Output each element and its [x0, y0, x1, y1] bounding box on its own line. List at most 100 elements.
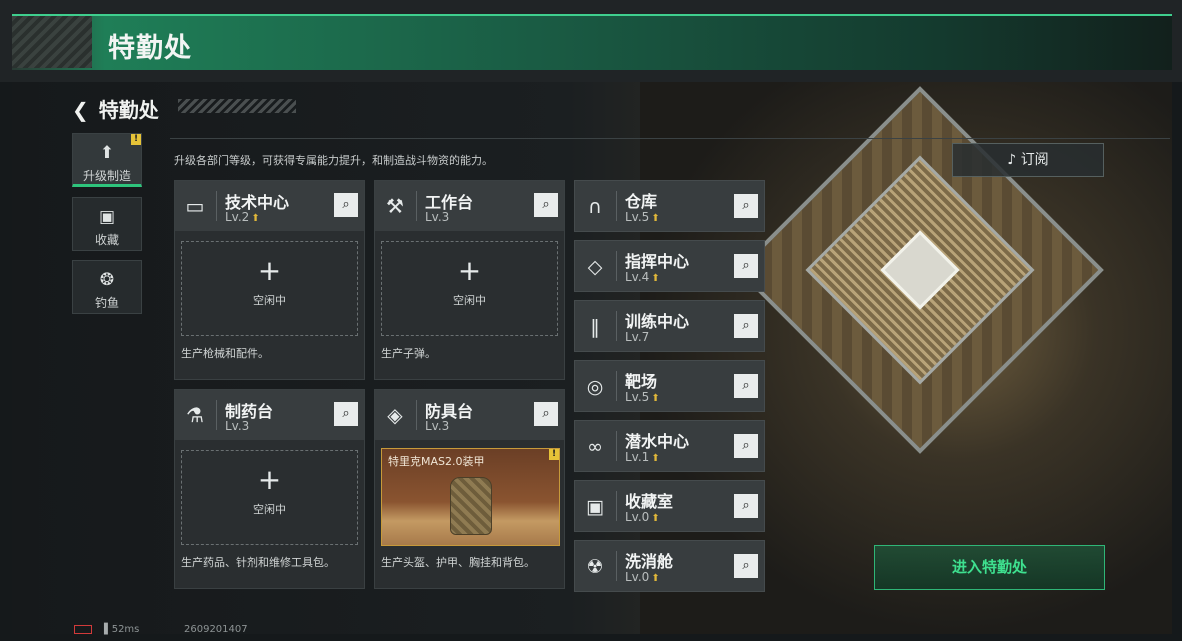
- slot-status: 空闲中: [453, 294, 486, 307]
- card-note: 生产子弹。: [381, 347, 436, 360]
- cube-core: [880, 230, 960, 310]
- facility-command-center[interactable]: ◇ 指挥中心 Lv.4 ⬆ ⌕: [574, 240, 765, 292]
- back-label: 特勤处: [98, 98, 159, 122]
- search-button[interactable]: ⌕: [734, 554, 758, 578]
- fish-icon: ❂: [99, 270, 115, 290]
- facility-decontamination[interactable]: ☢ 洗消舱 Lv.0 ⬆ ⌕: [574, 540, 765, 592]
- upgrade-icon: ⬆: [99, 143, 115, 163]
- search-button[interactable]: ⌕: [534, 402, 558, 426]
- slot-status: 空闲中: [253, 294, 286, 307]
- user-id: 2609201407: [184, 624, 248, 635]
- search-button[interactable]: ⌕: [534, 193, 558, 217]
- decontamination-icon: ☢: [586, 556, 604, 578]
- facility-name: 收藏室: [625, 492, 674, 511]
- facility-collection-room[interactable]: ▣ 收藏室 Lv.0 ⬆ ⌕: [574, 480, 765, 532]
- search-button[interactable]: ⌕: [734, 494, 758, 518]
- enter-special-ops-button[interactable]: 进入特勤处: [874, 545, 1105, 590]
- card-armor-bench[interactable]: ◈ 防具台 Lv.3 ⌕ 特里克MAS2.0装甲 ! 生产头盔、护甲、胸挂和背包…: [374, 389, 565, 589]
- card-note: 生产药品、针剂和维修工具包。: [181, 556, 335, 569]
- search-button[interactable]: ⌕: [734, 434, 758, 458]
- header-divider: [170, 138, 1170, 139]
- upgrade-available-icon: ⬆: [651, 393, 660, 404]
- add-icon: +: [457, 254, 482, 287]
- monitor-icon: ▭: [185, 194, 205, 218]
- card-pharmacy[interactable]: ⚗ 制药台 Lv.3 ⌕ + 空闲中 生产药品、针剂和维修工具包。: [174, 389, 365, 589]
- row-separator: [616, 311, 617, 341]
- facility-level: Lv.0 ⬆: [625, 570, 660, 584]
- production-slot[interactable]: + 空闲中: [181, 241, 358, 336]
- cube-inner: [805, 155, 1035, 385]
- chip-icon: ◇: [587, 256, 603, 278]
- card-level: Lv.2 ⬆: [225, 210, 260, 224]
- facility-name: 指挥中心: [625, 252, 690, 271]
- search-button[interactable]: ⌕: [734, 314, 758, 338]
- sidebar-item-label: 升级制造: [82, 169, 131, 183]
- slot-status: 空闲中: [253, 503, 286, 516]
- card-note: 生产头盔、护甲、胸挂和背包。: [381, 556, 535, 569]
- facility-training-center[interactable]: ‖ 训练中心 Lv.7 ⌕: [574, 300, 765, 352]
- facility-diving-center[interactable]: ∞ 潜水中心 Lv.1 ⬆ ⌕: [574, 420, 765, 472]
- tools-icon: ⚒: [386, 194, 404, 218]
- card-level: Lv.3: [225, 419, 249, 433]
- facility-name: 仓库: [625, 192, 658, 211]
- level-text: Lv.3: [425, 210, 450, 224]
- card-level: Lv.3: [425, 210, 449, 224]
- header-separator: [216, 191, 217, 221]
- search-button[interactable]: ⌕: [734, 194, 758, 218]
- facility-level: Lv.7: [625, 330, 649, 344]
- card-workbench[interactable]: ⚒ 工作台 Lv.3 ⌕ + 空闲中 生产子弹。: [374, 180, 565, 380]
- sidebar-item-label: 收藏: [94, 233, 119, 247]
- facility-level: Lv.5 ⬆: [625, 210, 660, 224]
- facility-warehouse[interactable]: ∩ 仓库 Lv.5 ⬆ ⌕: [574, 180, 765, 232]
- warning-badge: !: [131, 134, 141, 145]
- row-separator: [616, 491, 617, 521]
- upgrade-available-icon: ⬆: [251, 213, 260, 224]
- header-hatch: [178, 99, 296, 113]
- sidebar-item-collection[interactable]: ▣ 收藏: [72, 197, 142, 251]
- upgrade-available-icon: ⬆: [651, 573, 660, 584]
- sidebar-item-upgrade[interactable]: ! ⬆ 升级制造: [72, 133, 142, 187]
- facility-level: Lv.4 ⬆: [625, 270, 660, 284]
- sidebar-item-label: 钓鱼: [94, 296, 119, 310]
- item-name: 特里克MAS2.0装甲: [388, 455, 485, 468]
- search-button[interactable]: ⌕: [334, 402, 358, 426]
- dumbbell-icon: ‖: [590, 316, 600, 338]
- card-header: ⚗ 制药台 Lv.3 ⌕: [175, 390, 364, 440]
- row-separator: [616, 251, 617, 281]
- card-note: 生产枪械和配件。: [181, 347, 269, 360]
- card-level: Lv.3: [425, 419, 449, 433]
- header-separator: [416, 400, 417, 430]
- armor-icon: ◈: [387, 403, 403, 427]
- facility-level: Lv.0 ⬆: [625, 510, 660, 524]
- production-slot[interactable]: + 空闲中: [181, 450, 358, 545]
- back-button[interactable]: ❮ 特勤处: [72, 94, 159, 123]
- sidebar-item-fishing[interactable]: ❂ 钓鱼: [72, 260, 142, 314]
- search-button[interactable]: ⌕: [334, 193, 358, 217]
- upgrade-available-icon: ⬆: [651, 213, 660, 224]
- level-text: Lv.3: [225, 419, 250, 433]
- status-bar: ▐ 52ms: [74, 624, 139, 635]
- facility-level: Lv.5 ⬆: [625, 390, 660, 404]
- diving-mask-icon: ∞: [587, 436, 603, 458]
- level-text: Lv.2: [225, 210, 250, 224]
- subscribe-label: 订阅: [1020, 152, 1049, 168]
- level-text: Lv.5: [625, 210, 650, 224]
- collection-icon: ▣: [98, 207, 116, 227]
- facility-shooting-range[interactable]: ◎ 靶场 Lv.5 ⬆ ⌕: [574, 360, 765, 412]
- production-item[interactable]: 特里克MAS2.0装甲 !: [381, 448, 560, 546]
- card-tech-center[interactable]: ▭ 技术中心 Lv.2 ⬆ ⌕ + 空闲中 生产枪械和配件。: [174, 180, 365, 380]
- search-button[interactable]: ⌕: [734, 254, 758, 278]
- upgrade-available-icon: ⬆: [651, 513, 660, 524]
- window-title: 特勤处: [108, 33, 192, 64]
- bell-icon: ♪: [1007, 152, 1021, 168]
- facility-level: Lv.1 ⬆: [625, 450, 660, 464]
- search-button[interactable]: ⌕: [734, 374, 758, 398]
- title-bar: 特勤处: [0, 0, 1182, 82]
- facility-name: 靶场: [625, 372, 658, 391]
- facility-name: 训练中心: [625, 312, 690, 331]
- card-header: ▭ 技术中心 Lv.2 ⬆ ⌕: [175, 181, 364, 231]
- upgrade-available-icon: ⬆: [651, 273, 660, 284]
- add-icon: +: [257, 463, 282, 496]
- production-slot[interactable]: + 空闲中: [381, 241, 558, 336]
- subscribe-button[interactable]: ♪ 订阅: [952, 143, 1104, 177]
